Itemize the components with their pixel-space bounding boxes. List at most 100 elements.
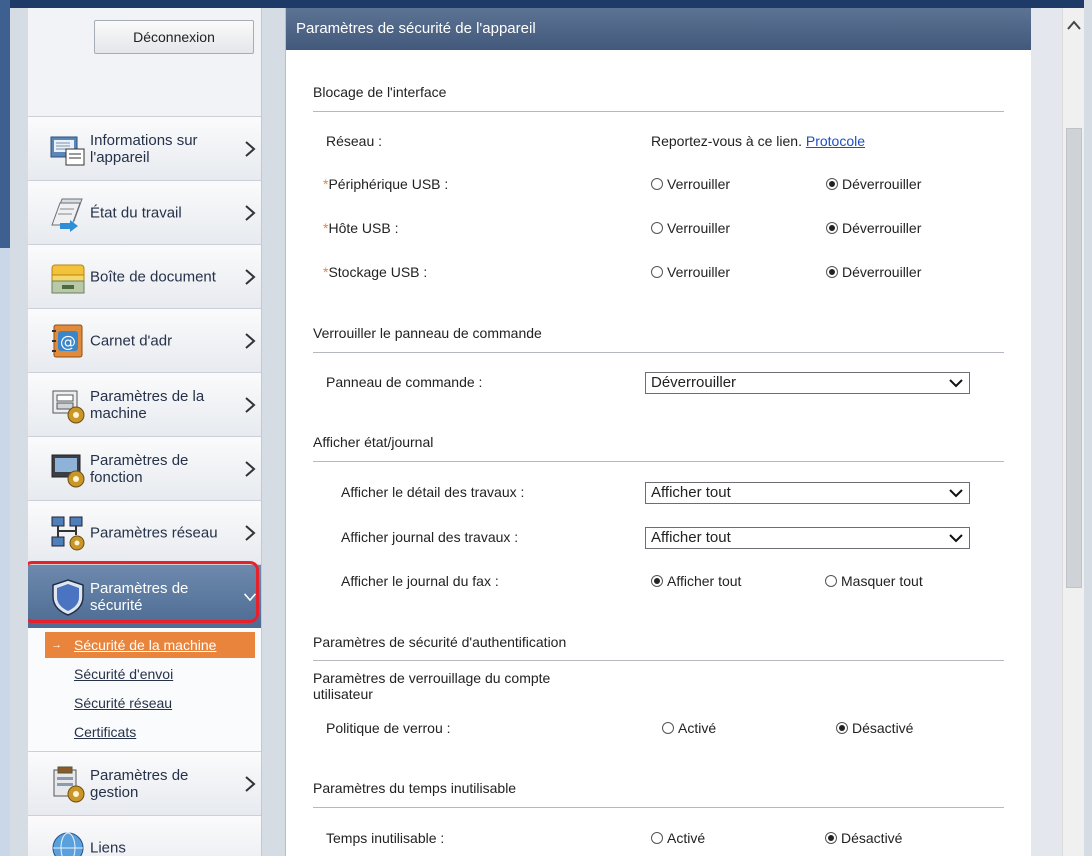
submenu-send-security[interactable]: Sécurité d'envoi — [28, 661, 261, 687]
submenu-label: Sécurité de la machine — [74, 637, 217, 653]
select-value: Afficher tout — [651, 529, 731, 546]
sidebar-item-security-settings[interactable]: Paramètres de sécurité — [28, 564, 261, 628]
radio-label: Verrouiller — [667, 264, 731, 280]
function-settings-icon — [51, 454, 85, 487]
top-window-strip — [0, 0, 1092, 8]
chevron-right-icon — [245, 396, 256, 413]
radio-dot — [651, 222, 663, 234]
sidebar-item-management-settings[interactable]: Paramètres de gestion — [28, 751, 261, 815]
fax-log-show-all-radio[interactable]: Afficher tout — [651, 573, 741, 589]
idle-time-enabled-radio[interactable]: Activé — [651, 830, 705, 846]
chevron-right-icon — [245, 332, 256, 349]
radio-label: Déverrouiller — [842, 220, 922, 236]
usb-host-lock-radio[interactable]: Verrouiller — [651, 220, 730, 236]
lock-policy-disabled-radio[interactable]: Désactivé — [836, 720, 913, 736]
radio-dot — [651, 832, 663, 844]
sidebar-item-network-settings[interactable]: Paramètres réseau — [28, 500, 261, 564]
radio-label: Activé — [678, 720, 717, 736]
left-window-edge — [0, 0, 10, 856]
separator — [313, 461, 1004, 462]
radio-dot-selected — [826, 266, 838, 278]
idle-time-disabled-radio[interactable]: Désactivé — [825, 830, 902, 846]
radio-dot — [825, 575, 837, 587]
radio-dot — [662, 722, 674, 734]
separator — [313, 660, 1004, 661]
label-text: Hôte USB : — [328, 220, 399, 236]
sidebar-item-device-info[interactable]: Informations sur l'appareil — [28, 116, 261, 180]
panel-lock-label: Panneau de commande : — [326, 374, 483, 390]
sidebar-item-function-settings[interactable]: Paramètres de fonction — [28, 436, 261, 500]
job-log-select[interactable]: Afficher tout — [645, 527, 970, 549]
security-shield-icon — [52, 578, 84, 616]
usb-host-label: *Hôte USB : — [323, 220, 398, 236]
lockout-subtitle: Paramètres de verrouillage du compte uti… — [313, 670, 551, 702]
submenu-certificates[interactable]: Certificats — [28, 719, 261, 745]
main-panel: Paramètres de sécurité de l'appareil Blo… — [285, 8, 1032, 856]
chevron-down-icon — [949, 489, 963, 498]
radio-label: Déverrouiller — [842, 264, 922, 280]
idle-time-label: Temps inutilisable : — [326, 830, 445, 846]
usb-storage-label: *Stockage USB : — [323, 264, 427, 280]
usb-device-lock-radio[interactable]: Verrouiller — [651, 176, 730, 192]
vertical-scrollbar[interactable] — [1062, 8, 1085, 856]
scroll-up-arrow-icon[interactable] — [1063, 8, 1085, 44]
usb-device-label: *Périphérique USB : — [323, 176, 448, 192]
panel-lock-select[interactable]: Déverrouiller — [645, 372, 970, 394]
svg-text:@: @ — [60, 332, 76, 351]
sidebar-item-job-status[interactable]: État du travail — [28, 180, 261, 244]
job-status-icon — [51, 198, 83, 232]
radio-label: Désactivé — [852, 720, 914, 736]
address-book-icon: @ — [52, 324, 83, 357]
job-detail-select[interactable]: Afficher tout — [645, 482, 970, 504]
sidebar: Déconnexion Informations sur l'appareil … — [28, 8, 262, 856]
scroll-thumb[interactable] — [1066, 128, 1082, 588]
separator — [313, 352, 1004, 353]
security-group: Paramètres de sécurité — [28, 561, 261, 628]
separator — [313, 111, 1004, 112]
label-text: Stockage USB : — [328, 264, 428, 280]
radio-label: Verrouiller — [667, 220, 731, 236]
radio-dot-selected — [826, 178, 838, 190]
sidebar-item-label: État du travail — [90, 204, 182, 221]
sidebar-item-label: Informations sur l'appareil — [90, 131, 198, 166]
sidebar-item-label: Paramètres de gestion — [90, 766, 189, 801]
sidebar-item-links[interactable]: Liens — [28, 815, 261, 856]
radio-label: Afficher tout — [667, 573, 742, 589]
sidebar-item-label: Paramètres de fonction — [90, 451, 189, 486]
usb-device-unlock-radio[interactable]: Déverrouiller — [826, 176, 921, 192]
machine-settings-icon — [52, 390, 85, 423]
job-detail-label: Afficher le détail des travaux : — [341, 484, 525, 500]
sidebar-item-machine-settings[interactable]: Paramètres de la machine — [28, 372, 261, 436]
sidebar-item-label: Boîte de document — [90, 268, 216, 285]
submenu-network-security[interactable]: Sécurité réseau — [28, 690, 261, 716]
sidebar-item-document-box[interactable]: Boîte de document — [28, 244, 261, 308]
radio-label: Désactivé — [841, 830, 903, 846]
radio-dot-selected — [826, 222, 838, 234]
chevron-down-icon — [243, 592, 257, 601]
security-submenu: → Sécurité de la machine Sécurité d'envoi… — [28, 628, 261, 751]
logout-button[interactable]: Déconnexion — [94, 20, 254, 54]
job-log-label: Afficher journal des travaux : — [341, 529, 519, 545]
fax-log-label: Afficher le journal du fax : — [341, 573, 499, 589]
sidebar-item-label: Paramètres de la machine — [90, 387, 205, 422]
protocol-link[interactable]: Protocole — [806, 133, 865, 149]
submenu-machine-security[interactable]: → Sécurité de la machine — [45, 632, 255, 658]
management-settings-icon — [53, 766, 85, 802]
section-title-panel-lock: Verrouiller le panneau de commande — [313, 325, 542, 341]
chevron-down-icon — [949, 534, 963, 543]
chevron-right-icon — [245, 140, 256, 157]
radio-dot-selected — [825, 832, 837, 844]
usb-host-unlock-radio[interactable]: Déverrouiller — [826, 220, 921, 236]
chevron-right-icon — [245, 204, 256, 221]
fax-log-hide-all-radio[interactable]: Masquer tout — [825, 573, 923, 589]
lock-policy-enabled-radio[interactable]: Activé — [662, 720, 716, 736]
sidebar-item-label: Paramètres réseau — [90, 524, 218, 541]
usb-storage-unlock-radio[interactable]: Déverrouiller — [826, 264, 921, 280]
select-value: Afficher tout — [651, 484, 731, 501]
separator — [313, 807, 1004, 808]
usb-storage-lock-radio[interactable]: Verrouiller — [651, 264, 730, 280]
radio-label: Activé — [667, 830, 706, 846]
network-settings-icon — [51, 516, 85, 550]
logout-area: Déconnexion — [28, 8, 261, 116]
sidebar-item-address-book[interactable]: @ Carnet d'adr — [28, 308, 261, 372]
